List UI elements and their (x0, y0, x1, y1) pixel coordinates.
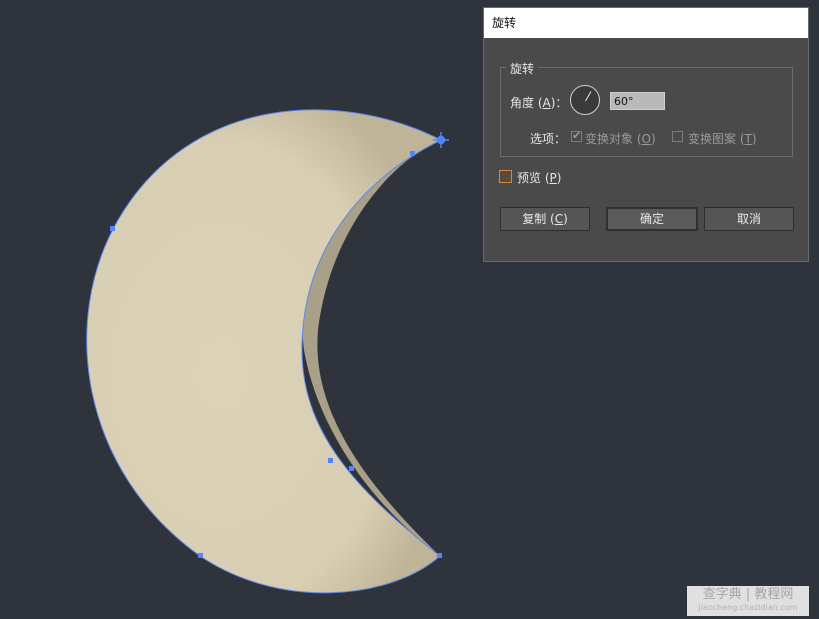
angle-label: 角度 (A)： (510, 96, 568, 110)
transform-patterns-checkbox[interactable] (672, 131, 683, 142)
copy-button[interactable]: 复制 (C) (500, 207, 590, 231)
watermark-title: 查字典 | 教程网 (702, 587, 794, 602)
moon-crescent-shape[interactable] (86, 109, 443, 594)
rotate-dialog: 旋转 旋转 角度 (A)： 选项： 变换对象 (O) 变换图案 (T) 预览 (… (483, 7, 809, 262)
watermark-url: jiaocheng.chazidian.com (698, 603, 798, 612)
rotation-origin-icon[interactable] (433, 132, 449, 148)
anchor-point (328, 458, 333, 463)
transform-patterns-label[interactable]: 变换图案 (T) (688, 130, 757, 147)
anchor-point (349, 466, 354, 471)
anchor-point (110, 226, 115, 231)
options-label: 选项： (530, 132, 567, 146)
anchor-point (410, 151, 415, 156)
angle-dial[interactable] (570, 85, 600, 115)
preview-label[interactable]: 预览 (P) (517, 169, 561, 186)
watermark: 查字典 | 教程网 jiaocheng.chazidian.com (687, 586, 809, 616)
ok-button[interactable]: 确定 (606, 207, 698, 231)
dialog-title[interactable]: 旋转 (484, 8, 808, 38)
angle-input[interactable] (610, 92, 665, 110)
anchor-point (198, 553, 203, 558)
group-label: 旋转 (506, 60, 539, 77)
anchor-point (437, 553, 442, 558)
preview-checkbox[interactable] (499, 170, 512, 183)
transform-objects-label[interactable]: 变换对象 (O) (585, 130, 656, 147)
transform-objects-checkbox[interactable] (571, 129, 582, 142)
cancel-button[interactable]: 取消 (704, 207, 794, 231)
dial-needle-icon (585, 91, 592, 102)
